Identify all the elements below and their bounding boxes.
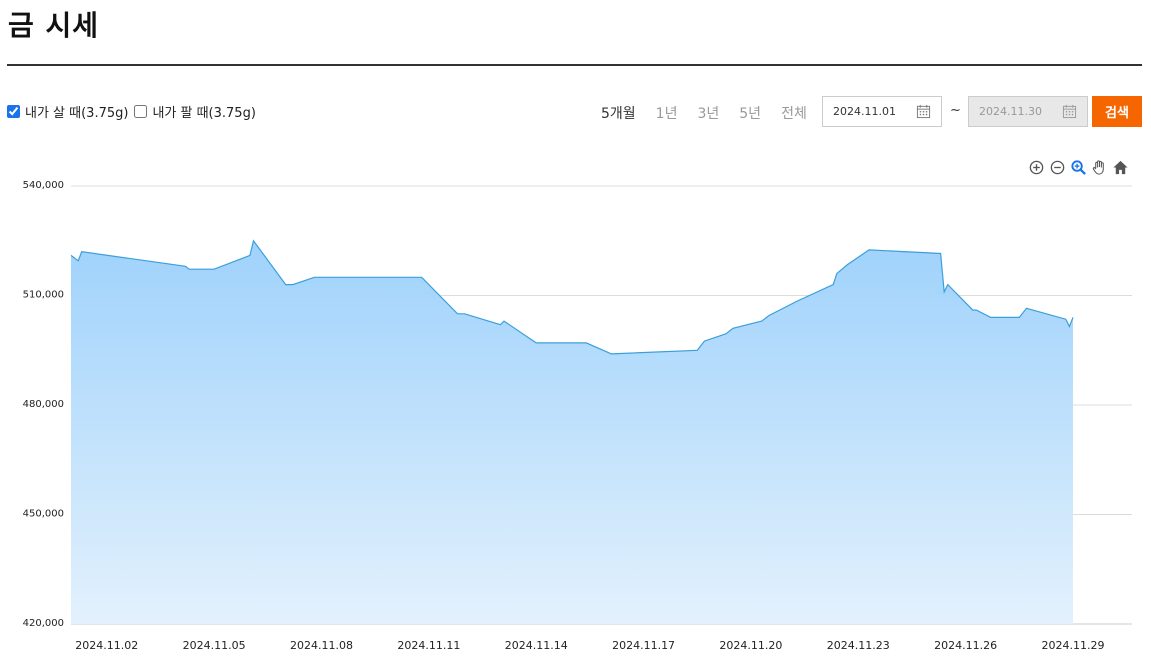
zoom-in-icon[interactable] xyxy=(1028,159,1045,176)
chart-canvas: 420,000 450,000 480,000 510,000 540,000 2024… xyxy=(23,180,1132,652)
end-date-field[interactable]: 2024.11.30 xyxy=(968,96,1088,127)
calendar-icon[interactable] xyxy=(1062,104,1077,119)
x-tick-label: 2024.11.14 xyxy=(505,639,568,652)
x-tick-label: 2024.11.20 xyxy=(719,639,782,652)
y-tick-label: 450,000 xyxy=(23,509,64,520)
home-reset-icon[interactable] xyxy=(1112,159,1129,176)
y-tick-label: 510,000 xyxy=(23,290,64,301)
tab-3-years[interactable]: 3년 xyxy=(697,103,719,123)
filter-controls: 내가 살 때(3.75g) 내가 팔 때(3.75g) 5개월 1년 3년 5년… xyxy=(0,96,1151,128)
buy-price-checkbox[interactable] xyxy=(7,105,20,118)
x-tick-label: 2024.11.05 xyxy=(183,639,246,652)
title-divider xyxy=(7,64,1142,66)
price-type-checkboxes: 내가 살 때(3.75g) 내가 팔 때(3.75g) xyxy=(7,102,262,121)
x-tick-label: 2024.11.11 xyxy=(397,639,460,652)
x-tick-label: 2024.11.08 xyxy=(290,639,353,652)
x-tick-label: 2024.11.23 xyxy=(827,639,890,652)
sell-price-option[interactable]: 내가 팔 때(3.75g) xyxy=(134,102,256,121)
start-date-field[interactable]: 2024.11.01 xyxy=(822,96,942,127)
y-tick-label: 420,000 xyxy=(23,618,64,629)
calendar-icon[interactable] xyxy=(916,104,931,119)
tab-1-year[interactable]: 1년 xyxy=(656,103,678,123)
sell-price-label: 내가 팔 때(3.75g) xyxy=(152,106,256,121)
x-tick-label: 2024.11.29 xyxy=(1042,639,1105,652)
page-title: 금 시세 xyxy=(8,9,100,42)
tab-all[interactable]: 전체 xyxy=(781,103,807,123)
magnifier-zoom-icon[interactable] xyxy=(1070,159,1087,176)
buy-price-label: 내가 살 때(3.75g) xyxy=(25,106,129,121)
tab-5-years[interactable]: 5년 xyxy=(739,103,761,123)
price-area-fill xyxy=(71,240,1073,625)
gold-price-chart: 420,000 450,000 480,000 510,000 540,000 2024… xyxy=(0,150,1151,669)
period-tabs: 5개월 1년 3년 5년 전체 xyxy=(601,103,827,123)
search-button[interactable]: 검색 xyxy=(1092,96,1142,127)
zoom-out-icon[interactable] xyxy=(1049,159,1066,176)
tab-5-months[interactable]: 5개월 xyxy=(601,103,636,123)
chart-toolbar xyxy=(1028,159,1129,176)
date-range-separator: ~ xyxy=(950,103,961,118)
hand-pan-icon[interactable] xyxy=(1091,159,1108,176)
sell-price-checkbox[interactable] xyxy=(134,105,148,118)
x-tick-label: 2024.11.02 xyxy=(75,639,138,652)
buy-price-option[interactable]: 내가 살 때(3.75g) xyxy=(7,102,128,121)
x-tick-label: 2024.11.26 xyxy=(934,639,997,652)
start-date-value: 2024.11.01 xyxy=(833,105,896,118)
y-tick-label: 540,000 xyxy=(23,180,64,191)
x-tick-label: 2024.11.17 xyxy=(612,639,675,652)
y-tick-label: 480,000 xyxy=(23,399,64,410)
end-date-value: 2024.11.30 xyxy=(979,105,1042,118)
